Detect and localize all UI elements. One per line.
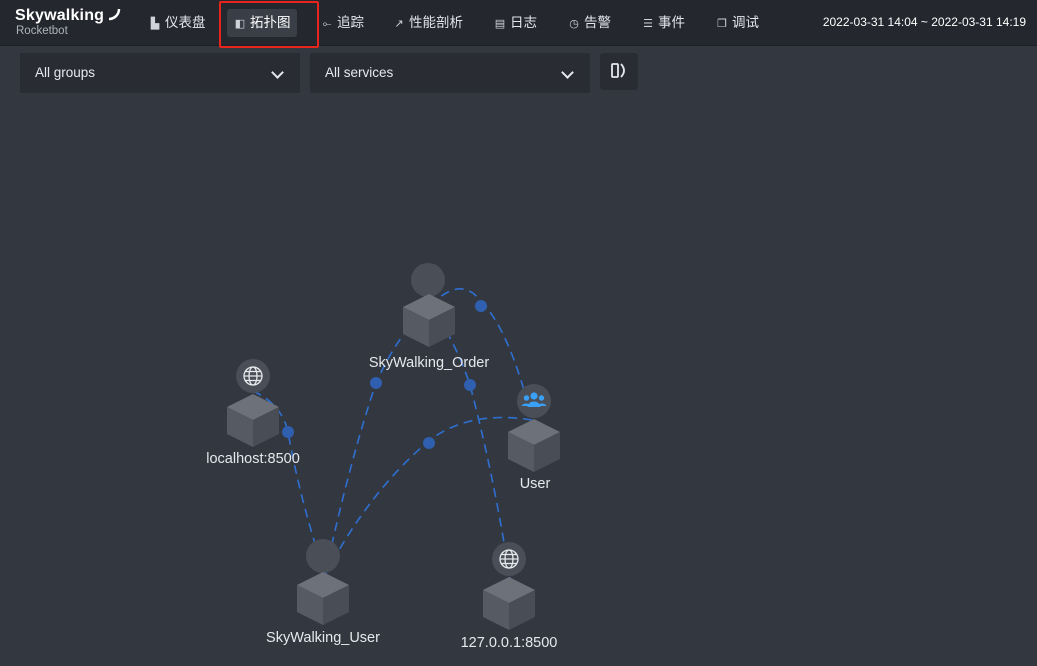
edge-marker[interactable] (282, 426, 294, 438)
node-user[interactable] (508, 384, 560, 472)
node-label-localhost: localhost:8500 (206, 451, 300, 467)
node-label-order: SkyWalking_Order (368, 355, 490, 371)
node-label-ip: 127.0.0.1:8500 (460, 635, 558, 651)
topology-edges (254, 288, 533, 581)
node-skywalking-user[interactable] (297, 539, 349, 625)
node-ip[interactable] (483, 542, 535, 630)
edge-marker[interactable] (423, 437, 435, 449)
edge-marker[interactable] (370, 377, 382, 389)
topology-graph (227, 263, 560, 630)
edge-order-ip[interactable] (429, 305, 511, 581)
edge-swuser-order[interactable] (324, 305, 431, 576)
edge-marker[interactable] (475, 300, 487, 312)
node-label-swuser: SkyWalking_User (266, 630, 380, 646)
edge-marker[interactable] (464, 379, 476, 391)
edge-markers (282, 300, 487, 449)
node-label-user: User (519, 476, 551, 492)
node-skywalking-order[interactable] (403, 263, 455, 347)
